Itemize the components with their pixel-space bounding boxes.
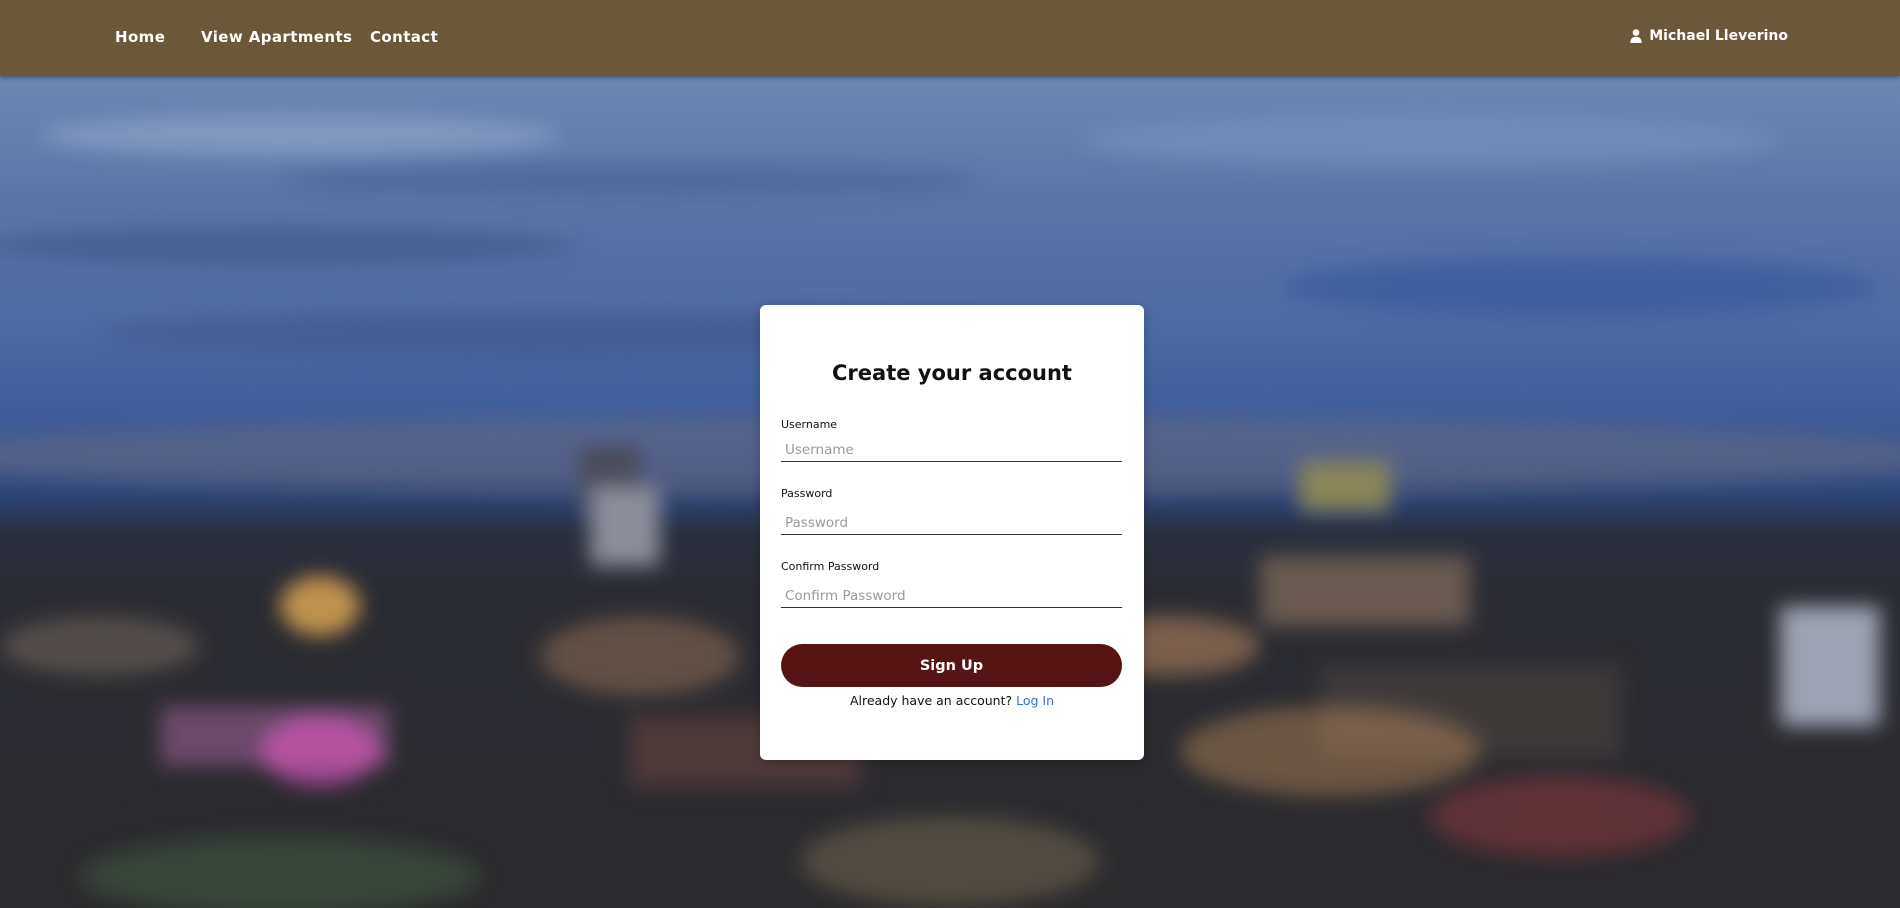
confirm-password-label: Confirm Password [781,560,880,573]
user-name-label: Michael Lleverino [1649,28,1788,44]
form-title: Create your account [832,361,1072,385]
nav-contact-link[interactable]: Contact [370,28,438,46]
top-navigation-bar: Home View Apartments Contact Michael Lle… [0,0,1900,76]
nav-view-apartments-link[interactable]: View Apartments [201,28,352,46]
username-input[interactable] [781,438,1122,462]
sign-up-button[interactable]: Sign Up [781,644,1122,687]
user-icon [1630,29,1642,43]
login-prompt-text: Already have an account? [849,693,1013,708]
login-prompt-row: Already have an account? Log In [760,693,1144,708]
password-input[interactable] [781,511,1122,535]
user-account-menu[interactable]: Michael Lleverino [1630,28,1788,44]
confirm-password-input[interactable] [781,584,1122,608]
nav-home-link[interactable]: Home [115,28,165,46]
signup-card: Create your account Username Password Co… [760,305,1144,760]
password-label: Password [781,487,833,500]
log-in-link[interactable]: Log In [1016,693,1054,708]
username-label: Username [781,418,838,431]
